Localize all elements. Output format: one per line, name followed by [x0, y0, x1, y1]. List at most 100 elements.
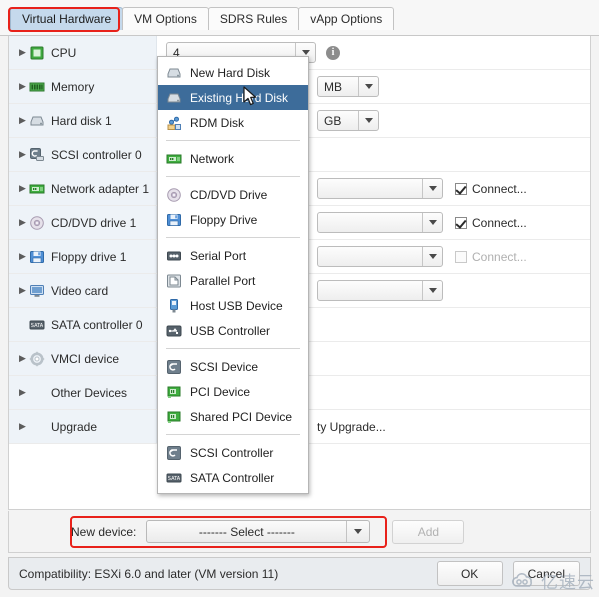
menu-separator — [166, 434, 300, 435]
floppy-connect-checkbox: Connect... — [455, 250, 527, 264]
network-connect-checkbox[interactable]: Connect... — [455, 182, 527, 196]
chevron-down-icon[interactable] — [358, 77, 378, 96]
device-row-floppy-drive-1[interactable]: ▶ Floppy drive 1 — [9, 240, 157, 273]
menu-item-label: SCSI Device — [190, 359, 259, 374]
menu-item-rdm-disk[interactable]: RDM Disk — [158, 110, 308, 135]
cddvd-connect-checkbox[interactable]: Connect... — [455, 216, 527, 230]
expand-arrow-icon[interactable]: ▶ — [19, 286, 29, 295]
scsi-device-icon — [166, 445, 182, 461]
device-label: Other Devices — [51, 385, 128, 400]
menu-item-new-hard-disk[interactable]: New Hard Disk — [158, 60, 308, 85]
expand-arrow-icon[interactable]: ▶ — [19, 388, 29, 397]
hard-disk-icon — [29, 113, 45, 129]
menu-item-shared-pci-device[interactable]: Shared PCI Device — [158, 404, 308, 429]
device-row-network-adapter-1[interactable]: ▶ Network adapter 1 — [9, 172, 157, 205]
menu-item-host-usb-device[interactable]: Host USB Device — [158, 293, 308, 318]
device-row-cddvd-drive-1[interactable]: ▶ CD/DVD drive 1 — [9, 206, 157, 239]
expand-arrow-icon[interactable]: ▶ — [19, 252, 29, 261]
ok-button[interactable]: OK — [436, 561, 503, 586]
checkbox-label: Connect... — [472, 215, 527, 230]
device-row-vmci-device[interactable]: ▶ VMCI device — [9, 342, 157, 375]
sata-controller-icon: SATA — [166, 470, 182, 486]
checkbox-box[interactable] — [455, 216, 467, 229]
tab-sdrs-rules[interactable]: SDRS Rules — [207, 7, 300, 30]
menu-item-floppy-drive[interactable]: Floppy Drive — [158, 207, 308, 232]
checkbox-label: Connect... — [472, 181, 527, 196]
device-row-cpu[interactable]: ▶ CPU — [9, 36, 157, 69]
vmci-icon — [29, 351, 45, 367]
device-row-upgrade[interactable]: ▶ Upgrade — [9, 410, 157, 443]
network-adapter-icon — [29, 181, 45, 197]
floppy-icon — [166, 212, 182, 228]
menu-item-label: Shared PCI Device — [190, 409, 293, 424]
network-select[interactable] — [317, 178, 443, 199]
menu-item-serial-port[interactable]: Serial Port — [158, 243, 308, 268]
tab-list: Virtual Hardware VM Options SDRS Rules v… — [10, 7, 395, 30]
tab-virtual-hardware[interactable]: Virtual Hardware — [10, 7, 124, 30]
chevron-down-icon[interactable] — [422, 247, 442, 266]
expand-arrow-icon[interactable]: ▶ — [19, 150, 29, 159]
svg-text:SATA: SATA — [31, 323, 44, 329]
floppy-select[interactable] — [317, 246, 443, 267]
expand-arrow-icon[interactable]: ▶ — [19, 82, 29, 91]
menu-item-usb-controller[interactable]: USB Controller — [158, 318, 308, 343]
chevron-down-icon[interactable] — [358, 111, 378, 130]
device-row-hard-disk-1[interactable]: ▶ Hard disk 1 — [9, 104, 157, 137]
checkbox-box — [455, 250, 467, 263]
tab-vm-options[interactable]: VM Options — [122, 7, 209, 30]
device-row-video-card[interactable]: ▶ Video card — [9, 274, 157, 307]
expand-arrow-icon[interactable]: ▶ — [19, 354, 29, 363]
device-row-scsi-controller-0[interactable]: ▶ SCSI controller 0 — [9, 138, 157, 171]
menu-item-label: New Hard Disk — [190, 65, 271, 80]
add-button[interactable]: Add — [392, 519, 465, 544]
chevron-down-icon[interactable] — [422, 179, 442, 198]
menu-item-scsi-controller[interactable]: SCSI Controller — [158, 440, 308, 465]
footer-button-group: OK Cancel — [436, 561, 580, 586]
menu-item-existing-hard-disk[interactable]: Existing Hard Disk — [158, 85, 308, 110]
tab-vapp-options[interactable]: vApp Options — [298, 7, 395, 30]
video-select[interactable] — [317, 280, 443, 301]
svg-text:SATA: SATA — [168, 476, 181, 482]
video-card-icon — [29, 283, 45, 299]
rdm-disk-icon — [166, 115, 182, 131]
expand-arrow-icon[interactable]: ▶ — [19, 218, 29, 227]
device-label: VMCI device — [51, 351, 120, 366]
device-label: Network adapter 1 — [51, 181, 150, 196]
expand-arrow-icon[interactable]: ▶ — [19, 184, 29, 193]
menu-item-scsi-device[interactable]: SCSI Device — [158, 354, 308, 379]
memory-icon — [29, 79, 45, 95]
device-row-memory[interactable]: ▶ Memory — [9, 70, 157, 103]
chevron-down-icon[interactable] — [422, 281, 442, 300]
expand-arrow-icon[interactable]: ▶ — [19, 48, 29, 57]
menu-item-sata-controller[interactable]: SATA SATA Controller — [158, 465, 308, 490]
info-icon[interactable]: i — [326, 45, 340, 60]
menu-item-label: CD/DVD Drive — [190, 187, 268, 202]
menu-item-label: PCI Device — [190, 384, 251, 399]
device-row-sata-controller-0[interactable]: ▶ SATA SATA controller 0 — [9, 308, 157, 341]
expand-arrow-icon[interactable]: ▶ — [19, 116, 29, 125]
scsi-device-icon — [166, 359, 182, 375]
cddvd-select[interactable] — [317, 212, 443, 233]
usb-controller-icon — [166, 323, 182, 339]
menu-item-parallel-port[interactable]: Parallel Port — [158, 268, 308, 293]
menu-item-pci-device[interactable]: PCI Device — [158, 379, 308, 404]
new-device-bar: New device: ------- Select ------- Add — [8, 511, 591, 553]
memory-unit-select[interactable]: MB — [317, 76, 379, 97]
menu-item-network[interactable]: Network — [158, 146, 308, 171]
menu-item-cddvd-drive[interactable]: CD/DVD Drive — [158, 182, 308, 207]
expand-arrow-icon[interactable]: ▶ — [19, 422, 29, 431]
menu-separator — [166, 237, 300, 238]
chevron-down-icon[interactable] — [422, 213, 442, 232]
device-label: Memory — [51, 79, 95, 94]
chevron-down-icon[interactable] — [346, 521, 369, 542]
device-row-other-devices[interactable]: ▶ Other Devices — [9, 376, 157, 409]
new-device-label: New device: — [71, 524, 137, 539]
sata-controller-icon: SATA — [29, 317, 45, 333]
cancel-button[interactable]: Cancel — [512, 561, 580, 586]
device-label: CPU — [51, 45, 77, 60]
checkbox-box[interactable] — [455, 182, 467, 195]
new-device-dropdown-menu[interactable]: New Hard Disk Existing Hard Disk RDM Dis… — [157, 56, 309, 494]
disk-unit-select[interactable]: GB — [317, 110, 379, 131]
new-device-select[interactable]: ------- Select ------- — [146, 520, 371, 543]
menu-item-label: Existing Hard Disk — [190, 90, 289, 105]
